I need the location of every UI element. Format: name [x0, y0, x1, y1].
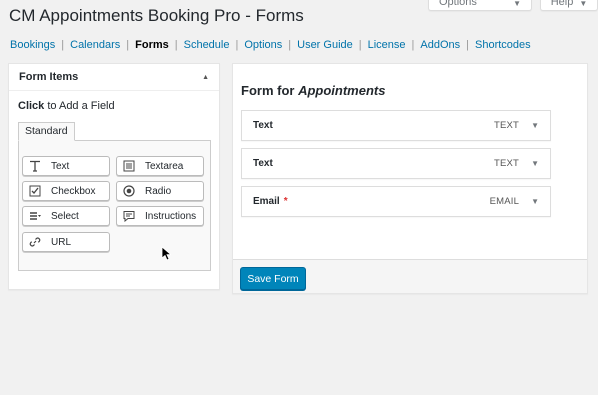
click-hint-bold: Click — [18, 100, 45, 112]
expand-arrow-icon[interactable]: ▼ — [531, 159, 539, 168]
expand-arrow-icon[interactable]: ▼ — [531, 121, 539, 130]
add-select-field-button[interactable]: Select — [22, 206, 110, 226]
caret-down-icon: ▼ — [513, 0, 521, 8]
form-title: Form for Appointments — [241, 83, 385, 98]
link-icon — [29, 236, 41, 248]
form-field-type: EMAIL — [489, 196, 520, 207]
field-buttons-panel: Text Textarea Checkbox Radio Select Inst… — [18, 140, 211, 271]
form-field-label: Email — [253, 196, 280, 207]
form-field-type: TEXT — [493, 158, 520, 169]
form-field-row[interactable]: Email * EMAIL ▼ — [241, 186, 551, 217]
save-form-button[interactable]: Save Form — [240, 267, 306, 290]
collapse-toggle-icon[interactable]: ▲ — [202, 74, 209, 81]
add-textarea-field-button[interactable]: Textarea — [116, 156, 204, 176]
form-items-header[interactable]: Form Items ▲ — [9, 64, 219, 91]
help-tab[interactable]: Help ▼ — [540, 0, 598, 11]
form-field-row[interactable]: Text TEXT ▼ — [241, 110, 551, 141]
field-label: Instructions — [145, 210, 197, 222]
subnav-bookings[interactable]: Bookings — [10, 39, 55, 51]
click-hint-text: to Add a Field — [44, 100, 115, 112]
checkbox-icon — [29, 185, 41, 197]
required-marker: * — [283, 196, 288, 207]
field-label: Text — [51, 160, 70, 172]
click-hint: Click to Add a Field — [18, 100, 115, 112]
field-label: URL — [51, 236, 72, 248]
subnav-separator: | — [358, 39, 362, 51]
add-instructions-field-button[interactable]: Instructions — [116, 206, 204, 226]
subnav-separator: | — [235, 39, 239, 51]
text-icon — [29, 160, 41, 172]
field-label: Select — [51, 210, 79, 222]
screen-options-label: Screen Options — [439, 0, 477, 8]
textarea-icon — [123, 160, 135, 172]
expand-arrow-icon[interactable]: ▼ — [531, 197, 539, 206]
add-checkbox-field-button[interactable]: Checkbox — [22, 181, 110, 201]
form-title-prefix: Form for — [241, 83, 299, 98]
page-title: CM Appointments Booking Pro - Forms — [9, 6, 304, 25]
subnav-user-guide[interactable]: User Guide — [297, 39, 353, 51]
form-items-title: Form Items — [19, 71, 79, 83]
subnav-separator: | — [174, 39, 178, 51]
add-url-field-button[interactable]: URL — [22, 232, 110, 252]
subnav-separator: | — [288, 39, 292, 51]
add-text-field-button[interactable]: Text — [22, 156, 110, 176]
subnav-calendars[interactable]: Calendars — [70, 39, 120, 51]
subnav-forms[interactable]: Forms — [135, 39, 169, 51]
field-label: Textarea — [145, 160, 184, 172]
mouse-cursor-icon — [161, 246, 171, 261]
form-editor-box: Form for Appointments Text TEXT ▼ Text T… — [232, 63, 588, 294]
form-title-name: Appointments — [298, 83, 386, 98]
field-label: Radio — [145, 185, 172, 197]
caret-down-icon: ▼ — [579, 0, 588, 8]
subnav-separator: | — [466, 39, 470, 51]
form-field-label: Text — [253, 158, 273, 169]
form-field-label: Text — [253, 120, 273, 131]
help-label: Help — [550, 0, 574, 8]
subnav-options[interactable]: Options — [244, 39, 282, 51]
add-radio-field-button[interactable]: Radio — [116, 181, 204, 201]
form-field-row[interactable]: Text TEXT ▼ — [241, 148, 551, 179]
subnav-license[interactable]: License — [368, 39, 406, 51]
radio-icon — [123, 185, 135, 197]
subnav-separator: | — [411, 39, 415, 51]
subnav-addons[interactable]: AddOns — [420, 39, 460, 51]
subnav-schedule[interactable]: Schedule — [184, 39, 230, 51]
subnav-separator: | — [126, 39, 130, 51]
screen-options-tab[interactable]: Screen Options ▼ — [428, 0, 532, 11]
subnav-shortcodes[interactable]: Shortcodes — [475, 39, 531, 51]
field-label: Checkbox — [51, 185, 96, 197]
instructions-icon — [123, 210, 135, 222]
tab-standard[interactable]: Standard — [18, 122, 75, 141]
form-field-type: TEXT — [493, 120, 520, 131]
subnav-separator: | — [61, 39, 65, 51]
select-icon — [29, 210, 41, 222]
plugin-subnav: Bookings | Calendars | Forms | Schedule … — [10, 39, 531, 51]
